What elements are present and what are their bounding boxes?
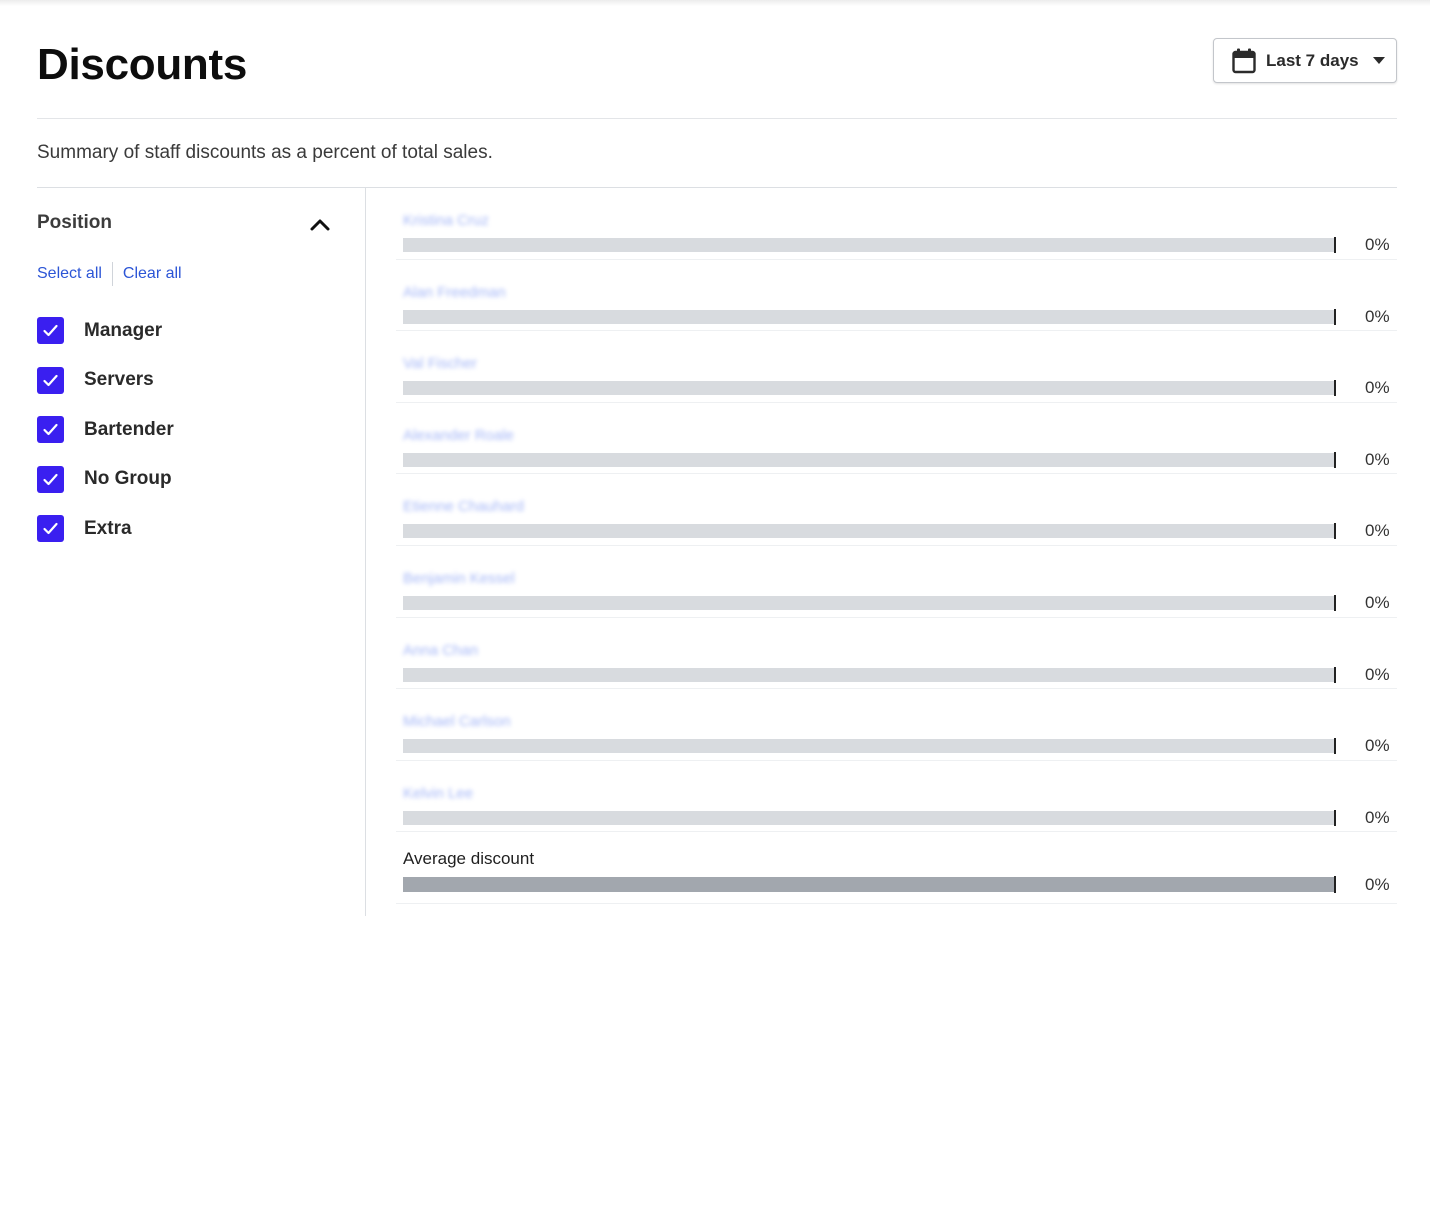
employee-name[interactable]: Val Fischer bbox=[403, 355, 477, 372]
checkbox-label: Extra bbox=[84, 517, 132, 539]
checkbox-label: Bartender bbox=[84, 418, 174, 440]
employee-name[interactable]: Alan Freedman bbox=[403, 284, 506, 301]
bar-value-label: 0% bbox=[1365, 807, 1390, 827]
checkbox-option-bartender[interactable]: Bartender bbox=[37, 405, 174, 455]
employee-name[interactable]: Kristina Cruz bbox=[403, 212, 489, 229]
employee-name[interactable]: Benjamin Kessel bbox=[403, 570, 515, 587]
filter-title: Position bbox=[37, 212, 112, 233]
employee-row: Alexander Roale 0% bbox=[396, 403, 1397, 475]
calendar-icon bbox=[1232, 48, 1256, 73]
checkmark-icon bbox=[43, 325, 58, 337]
bar-end-tick bbox=[1334, 308, 1336, 325]
checkmark-icon bbox=[43, 424, 58, 436]
average-discount-row: Average discount 0% bbox=[396, 832, 1397, 904]
checkbox-checked[interactable] bbox=[37, 366, 64, 394]
employee-name[interactable]: Michael Carlson bbox=[403, 713, 511, 730]
chevron-up-icon[interactable] bbox=[309, 214, 331, 236]
average-discount-label: Average discount bbox=[403, 849, 535, 869]
link-separator bbox=[111, 262, 113, 286]
bar-end-tick bbox=[1334, 876, 1336, 894]
bar-value-label: 0% bbox=[1365, 235, 1390, 254]
bar-value-label: 0% bbox=[1365, 592, 1390, 612]
checkbox-checked[interactable] bbox=[37, 515, 64, 543]
bar-end-tick bbox=[1334, 523, 1336, 540]
bar-end-tick bbox=[1334, 738, 1336, 755]
checkbox-label: Servers bbox=[84, 369, 154, 391]
page-title: Discounts bbox=[37, 40, 247, 89]
employee-row: Alan Freedman 0% bbox=[396, 260, 1397, 332]
employee-row: Kelvin Lee 0% bbox=[396, 761, 1397, 833]
employee-row: Benjamin Kessel 0% bbox=[396, 546, 1397, 618]
page-subtitle: Summary of staff discounts as a percent … bbox=[37, 142, 493, 163]
checkmark-icon bbox=[43, 523, 58, 535]
discount-bar-chart: Kristina Cruz 0% Alan Freedman 0% Val Fische… bbox=[396, 188, 1397, 904]
date-range-label: Last 7 days bbox=[1266, 50, 1359, 70]
checkbox-option-manager[interactable]: Manager bbox=[37, 306, 174, 356]
bar-end-tick bbox=[1334, 666, 1336, 683]
caret-down-icon bbox=[1372, 57, 1385, 64]
bar-track bbox=[403, 309, 1335, 324]
bar-value-label: 0% bbox=[1365, 378, 1390, 398]
checkbox-checked[interactable] bbox=[37, 317, 64, 345]
top-shadow bbox=[0, 0, 1430, 6]
employee-row: Etienne Chauhard 0% bbox=[396, 474, 1397, 546]
bar-end-tick bbox=[1334, 451, 1336, 468]
bar-track bbox=[403, 739, 1335, 754]
bar-track bbox=[403, 238, 1335, 252]
bar-value-label: 0% bbox=[1365, 449, 1390, 469]
filter-sidebar: Position Select all Clear all Manager Se… bbox=[37, 188, 366, 916]
employee-name[interactable]: Kelvin Lee bbox=[403, 785, 473, 802]
checkbox-checked[interactable] bbox=[37, 465, 64, 493]
bar-end-tick bbox=[1334, 809, 1336, 826]
bulk-select-links: Select all Clear all bbox=[37, 262, 182, 286]
employee-name[interactable]: Etienne Chauhard bbox=[403, 498, 524, 515]
checkbox-option-servers[interactable]: Servers bbox=[37, 356, 174, 406]
bar-value-label: 0% bbox=[1365, 736, 1390, 756]
checkbox-label: Manager bbox=[84, 319, 163, 341]
bar-track bbox=[403, 452, 1335, 467]
bar-track bbox=[403, 667, 1335, 682]
employee-row: Kristina Cruz 0% bbox=[396, 188, 1397, 260]
bar-end-tick bbox=[1334, 380, 1336, 397]
date-range-button[interactable]: Last 7 days bbox=[1213, 38, 1397, 83]
bar-end-tick bbox=[1334, 594, 1336, 611]
checkbox-label: No Group bbox=[84, 468, 172, 490]
bar-track bbox=[403, 595, 1335, 610]
bar-track bbox=[403, 381, 1335, 396]
page-header: Discounts Last 7 days bbox=[37, 34, 1397, 119]
bar-value-label: 0% bbox=[1365, 521, 1390, 541]
position-checkbox-list: Manager Servers Bartender No Group Extra bbox=[37, 306, 174, 554]
employee-name[interactable]: Anna Chan bbox=[403, 642, 478, 659]
employee-row: Anna Chan 0% bbox=[396, 618, 1397, 690]
select-all-link[interactable]: Select all bbox=[37, 265, 102, 283]
checkbox-checked[interactable] bbox=[37, 416, 64, 444]
employee-name[interactable]: Alexander Roale bbox=[403, 427, 514, 444]
bar-track bbox=[403, 524, 1335, 539]
checkbox-option-extra[interactable]: Extra bbox=[37, 504, 174, 554]
bar-value-label: 0% bbox=[1365, 875, 1390, 895]
bar-end-tick bbox=[1334, 237, 1336, 253]
employee-row: Michael Carlson 0% bbox=[396, 689, 1397, 761]
filter-header: Position bbox=[37, 212, 337, 242]
checkmark-icon bbox=[43, 374, 58, 386]
clear-all-link[interactable]: Clear all bbox=[123, 265, 182, 283]
checkmark-icon bbox=[43, 473, 58, 485]
checkbox-option-no-group[interactable]: No Group bbox=[37, 455, 174, 505]
bar-value-label: 0% bbox=[1365, 664, 1390, 684]
bar-value-label: 0% bbox=[1365, 306, 1390, 326]
bar-track bbox=[403, 877, 1335, 893]
employee-row: Val Fischer 0% bbox=[396, 331, 1397, 403]
bar-track bbox=[403, 810, 1335, 825]
